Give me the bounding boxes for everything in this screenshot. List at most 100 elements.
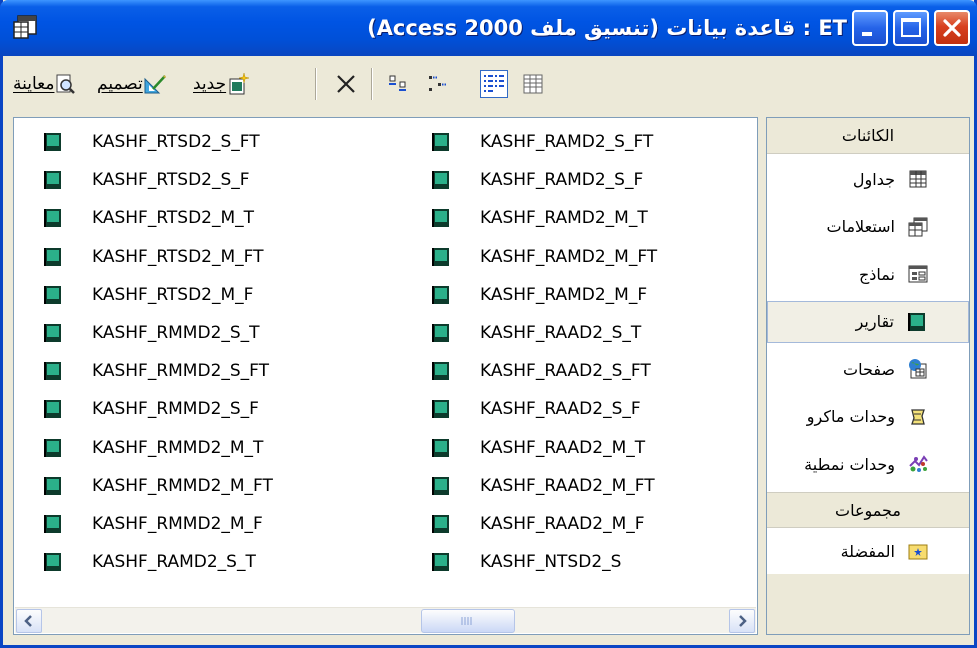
details-view-button[interactable] xyxy=(519,70,547,98)
report-list-item[interactable]: KASHF_RAAD2_S_T xyxy=(430,315,641,351)
report-list-item[interactable]: KASHF_RMMD2_S_T xyxy=(42,315,260,351)
object-type-page[interactable]: صفحات xyxy=(767,348,969,390)
delete-button[interactable] xyxy=(332,70,360,98)
report-name: KASHF_NTSD2_S xyxy=(480,552,622,573)
minimize-button[interactable] xyxy=(852,10,888,46)
object-type-label: وحدات ماكرو xyxy=(806,407,895,426)
report-name: KASHF_RTSD2_M_FT xyxy=(92,246,264,267)
favorites-group[interactable]: المفضلة xyxy=(767,530,969,572)
report-icon xyxy=(42,207,64,229)
new-report-icon xyxy=(229,73,250,95)
report-list-item[interactable]: KASHF_NTSD2_S xyxy=(430,544,621,580)
object-type-query[interactable]: استعلامات xyxy=(767,206,969,248)
report-list-item[interactable]: KASHF_RMMD2_M_T xyxy=(42,430,263,466)
list-view-button[interactable] xyxy=(480,70,508,98)
report-icon xyxy=(906,311,928,333)
list-view-icon xyxy=(484,75,504,92)
report-name: KASHF_RTSD2_M_T xyxy=(92,208,255,229)
report-list[interactable]: KASHF_RTSD2_S_FT KASHF_RTSD2_S_F KASHF_RTS… xyxy=(13,117,758,635)
report-list-item[interactable]: KASHF_RAMD2_S_FT xyxy=(430,124,653,160)
close-icon xyxy=(943,19,961,37)
object-type-form[interactable]: نماذج xyxy=(767,253,969,295)
report-name: KASHF_RAAD2_S_F xyxy=(480,399,641,420)
report-list-item[interactable]: KASHF_RMMD2_S_F xyxy=(42,391,259,427)
report-list-item[interactable]: KASHF_RAMD2_S_T xyxy=(42,544,256,580)
report-icon xyxy=(430,551,452,573)
grip-icon xyxy=(461,617,472,625)
design-button[interactable]: تصميم xyxy=(97,68,167,100)
report-name: KASHF_RTSD2_M_F xyxy=(92,284,254,305)
small-icons-icon xyxy=(429,76,447,91)
object-type-report[interactable]: تقارير xyxy=(767,300,969,343)
database-window: ET : قاعدة بيانات (تنسيق ملف Access 2000… xyxy=(0,0,977,648)
report-icon xyxy=(42,131,64,153)
report-name: KASHF_RAMD2_S_F xyxy=(480,170,644,191)
report-name: KASHF_RTSD2_S_F xyxy=(92,170,250,191)
report-name: KASHF_RMMD2_S_F xyxy=(92,399,259,420)
macro-icon xyxy=(907,406,929,428)
report-list-item[interactable]: KASHF_RTSD2_S_F xyxy=(42,162,250,198)
object-type-label: تقارير xyxy=(855,312,894,331)
object-type-module[interactable]: وحدات نمطية xyxy=(767,443,969,485)
report-list-item[interactable]: KASHF_RAAD2_M_T xyxy=(430,430,645,466)
maximize-button[interactable] xyxy=(893,10,929,46)
report-icon xyxy=(42,475,64,497)
report-list-item[interactable]: KASHF_RAAD2_M_F xyxy=(430,506,645,542)
report-list-item[interactable]: KASHF_RAAD2_M_FT xyxy=(430,468,655,504)
favorites-label: المفضلة xyxy=(840,541,895,561)
new-label: جديد xyxy=(193,74,227,94)
scroll-thumb[interactable] xyxy=(421,609,515,633)
small-icons-button[interactable] xyxy=(424,70,452,98)
preview-button[interactable]: معاينة xyxy=(13,68,76,100)
report-name: KASHF_RMMD2_S_T xyxy=(92,323,260,343)
report-list-item[interactable]: KASHF_RMMD2_M_F xyxy=(42,506,263,542)
report-list-item[interactable]: KASHF_RMMD2_S_FT xyxy=(42,353,269,389)
report-icon xyxy=(430,246,452,268)
report-icon xyxy=(42,246,64,268)
object-type-macro[interactable]: وحدات ماكرو xyxy=(767,396,969,438)
database-toolbar: معاينة تصميم جديد xyxy=(3,56,974,112)
favorites-folder-icon xyxy=(908,544,928,560)
report-icon xyxy=(42,437,64,459)
report-icon xyxy=(430,284,452,306)
report-icon xyxy=(42,551,64,573)
delete-icon xyxy=(337,75,355,93)
report-icon xyxy=(430,322,452,344)
report-list-item[interactable]: KASHF_RTSD2_S_FT xyxy=(42,124,260,160)
toolbar-separator xyxy=(371,68,373,100)
horizontal-scrollbar[interactable] xyxy=(15,607,756,633)
minimize-icon xyxy=(862,32,872,36)
report-icon xyxy=(430,513,452,535)
close-button[interactable] xyxy=(934,10,970,46)
scroll-left-button[interactable] xyxy=(16,609,42,633)
query-icon xyxy=(907,216,929,238)
module-icon xyxy=(907,453,929,475)
object-type-label: صفحات xyxy=(843,359,895,379)
large-icons-button[interactable] xyxy=(385,70,413,98)
object-type-table[interactable]: جداول xyxy=(767,158,969,200)
report-list-item[interactable]: KASHF_RTSD2_M_T xyxy=(42,200,254,236)
groups-header[interactable]: مجموعات xyxy=(767,492,969,528)
report-list-item[interactable]: KASHF_RAMD2_S_F xyxy=(430,162,643,198)
new-button[interactable]: جديد xyxy=(193,68,250,100)
report-list-item[interactable]: KASHF_RTSD2_M_F xyxy=(42,277,253,313)
report-list-item[interactable]: KASHF_RAMD2_M_F xyxy=(430,277,647,313)
chevron-right-icon xyxy=(739,615,747,627)
objects-group-header[interactable]: الكائنات xyxy=(767,118,969,154)
report-icon xyxy=(430,360,452,382)
report-list-item[interactable]: KASHF_RAAD2_S_FT xyxy=(430,353,651,389)
toolbar-separator xyxy=(315,68,317,100)
table-icon xyxy=(907,168,929,190)
report-icon xyxy=(430,437,452,459)
report-list-item[interactable]: KASHF_RMMD2_M_FT xyxy=(42,468,273,504)
title-bar[interactable]: ET : قاعدة بيانات (تنسيق ملف Access 2000… xyxy=(0,0,977,56)
report-icon xyxy=(42,284,64,306)
report-icon xyxy=(430,207,452,229)
report-list-item[interactable]: KASHF_RAAD2_S_F xyxy=(430,391,641,427)
report-name: KASHF_RAAD2_S_FT xyxy=(480,361,651,382)
scroll-right-button[interactable] xyxy=(729,609,755,633)
report-list-item[interactable]: KASHF_RAMD2_M_FT xyxy=(430,239,657,275)
report-icon xyxy=(430,398,452,420)
report-list-item[interactable]: KASHF_RTSD2_M_FT xyxy=(42,239,264,275)
report-list-item[interactable]: KASHF_RAMD2_M_T xyxy=(430,200,648,236)
